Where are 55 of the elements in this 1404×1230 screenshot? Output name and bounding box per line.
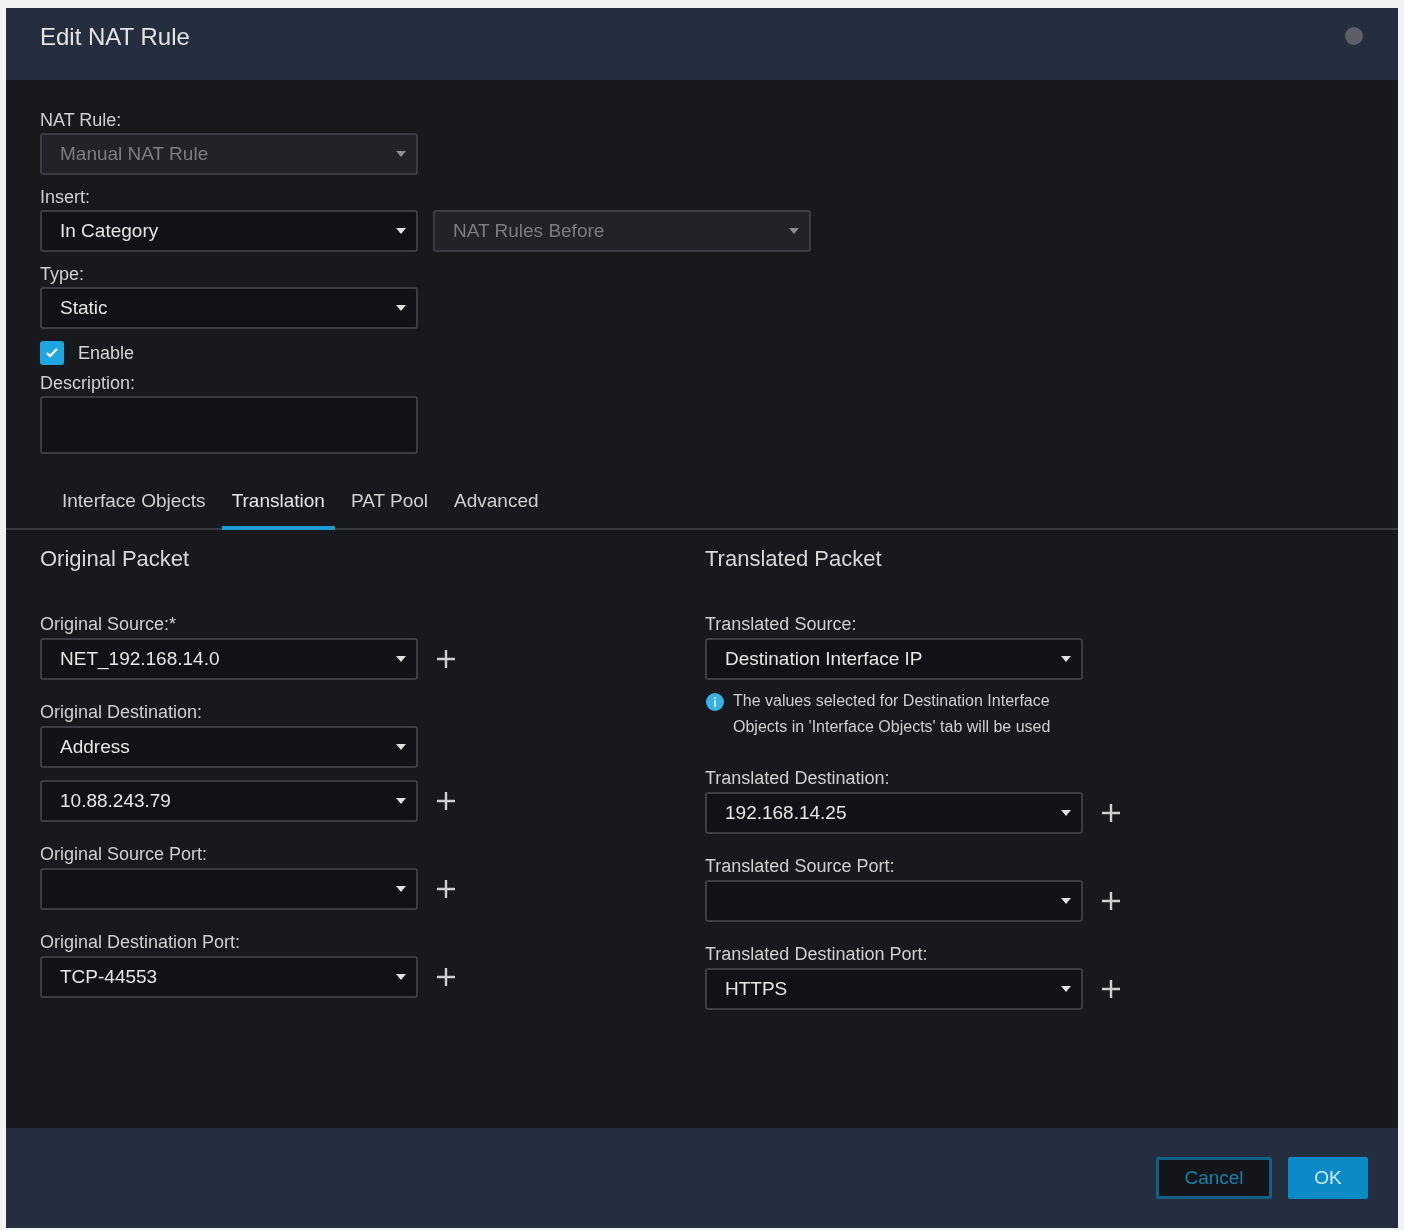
description-field[interactable] — [40, 396, 418, 454]
dropdown[interactable]: 10.88.243.79 — [40, 780, 418, 822]
caret-icon — [396, 227, 406, 235]
caret-icon — [396, 150, 406, 158]
section-title: Original Packet — [40, 546, 191, 572]
info-icon — [705, 692, 725, 712]
tab[interactable]: Advanced — [444, 484, 549, 530]
dropdown[interactable]: Destination Interface IP — [705, 638, 1083, 680]
cancel-button[interactable]: Cancel — [1156, 1157, 1272, 1199]
field-label: Translated Source: — [705, 614, 858, 634]
field-label: Original Destination: — [40, 702, 204, 722]
field-label: NAT Rule: — [40, 110, 123, 130]
add-icon[interactable] — [1101, 891, 1121, 911]
caret-icon — [1061, 897, 1071, 905]
caret-icon — [396, 655, 406, 663]
tab[interactable]: Translation — [221, 484, 335, 530]
dropdown[interactable]: HTTPS — [705, 968, 1083, 1010]
caret-icon — [396, 304, 406, 312]
field-label: Translated Source Port: — [705, 856, 896, 876]
add-icon[interactable] — [1101, 803, 1121, 823]
check-icon — [45, 346, 59, 360]
caret-icon — [396, 743, 406, 751]
field-label: Translated Destination: — [705, 768, 891, 788]
section-title: Translated Packet — [705, 546, 883, 572]
field-label: Original Destination Port: — [40, 932, 242, 952]
checkbox-label: Enable — [78, 342, 135, 364]
field-label: Original Source Port: — [40, 844, 209, 864]
caret-icon — [396, 973, 406, 981]
caret-icon — [396, 885, 406, 893]
dropdown[interactable]: 192.168.14.25 — [705, 792, 1083, 834]
add-icon[interactable] — [1101, 979, 1121, 999]
tab[interactable]: Interface Objects — [52, 484, 216, 530]
field-label: Description: — [40, 373, 137, 393]
info-text: The values selected for Destination Interface Objects in 'Interface Objects' tab will be used — [733, 691, 1052, 737]
tab[interactable]: PAT Pool — [340, 484, 439, 530]
caret-icon — [1061, 985, 1071, 993]
dropdown[interactable]: NET_192.168.14.0 — [40, 638, 418, 680]
dropdown[interactable]: TCP-44553 — [40, 956, 418, 998]
caret-icon — [1061, 809, 1071, 817]
dropdown[interactable]: In Category — [40, 210, 418, 252]
caret-icon — [1061, 655, 1071, 663]
caret-icon — [396, 797, 406, 805]
field-label: Translated Destination Port: — [705, 944, 929, 964]
field-label: Type: — [40, 264, 86, 284]
add-icon[interactable] — [436, 649, 456, 669]
add-icon[interactable] — [436, 791, 456, 811]
dropdown[interactable]: Static — [40, 287, 418, 329]
window-title: Edit NAT Rule — [40, 23, 190, 51]
add-icon[interactable] — [436, 967, 456, 987]
add-icon[interactable] — [436, 879, 456, 899]
field-label: Original Source:* — [40, 614, 178, 634]
caret-icon — [789, 227, 799, 235]
checkbox[interactable] — [40, 341, 64, 365]
field-label: Insert: — [40, 187, 92, 207]
dropdown[interactable]: Address — [40, 726, 418, 768]
